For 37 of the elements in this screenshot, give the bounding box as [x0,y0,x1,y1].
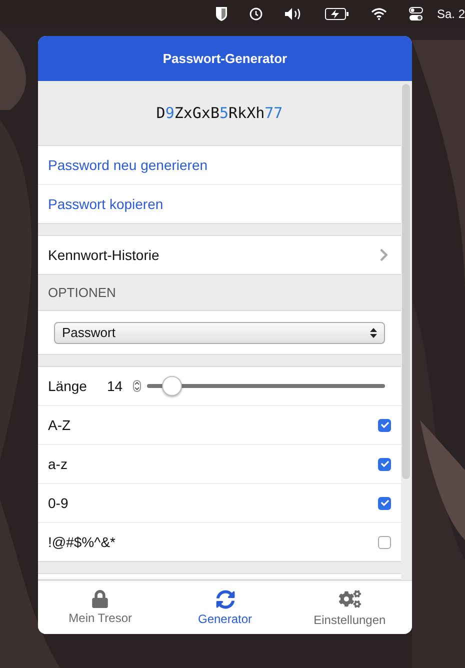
tab[interactable]: Einstellungen [287,581,412,634]
tab[interactable]: Mein Tresor [38,581,163,634]
length-label: Länge [48,378,87,394]
check-icon [380,499,388,507]
wifi-icon[interactable] [370,8,387,20]
check-icon [380,421,388,429]
shield-icon[interactable] [216,6,227,20]
check-icon [380,460,388,468]
menu-bar-clock[interactable]: Sa. 2 [436,6,465,20]
history-label: Kennwort-Historie [48,247,160,263]
option-label: !@#$%^&* [48,534,116,550]
lock-icon [91,590,110,608]
option-checkbox[interactable] [378,496,391,510]
battery-icon[interactable] [324,8,349,20]
scrollbar[interactable] [402,84,410,479]
speaker-icon[interactable] [284,8,303,20]
history-row[interactable]: Kennwort-Historie [38,236,401,275]
length-value: 14 [106,378,124,394]
clock-icon[interactable] [248,6,263,20]
action-link[interactable]: Password neu generieren [48,157,208,173]
option-checkbox[interactable] [378,536,391,548]
tab[interactable]: Generator [162,581,288,634]
option-checkbox[interactable] [378,418,391,432]
length-slider[interactable] [146,376,385,396]
action-link[interactable]: Passwort kopieren [48,196,164,212]
option-label: a-z [48,456,68,472]
refresh-icon [216,590,234,608]
option-label: 0-9 [48,495,68,511]
updown-icon [370,328,377,338]
option-label: A-Z [48,417,71,433]
slider-thumb[interactable] [162,376,182,396]
type-select[interactable]: Passwort [54,322,385,344]
gears-icon [338,588,361,610]
stepper-icon[interactable] [132,380,141,392]
option-checkbox[interactable] [378,458,391,470]
popup-title: Passwort-Generator [38,36,412,81]
toggle-icon[interactable] [408,6,423,20]
